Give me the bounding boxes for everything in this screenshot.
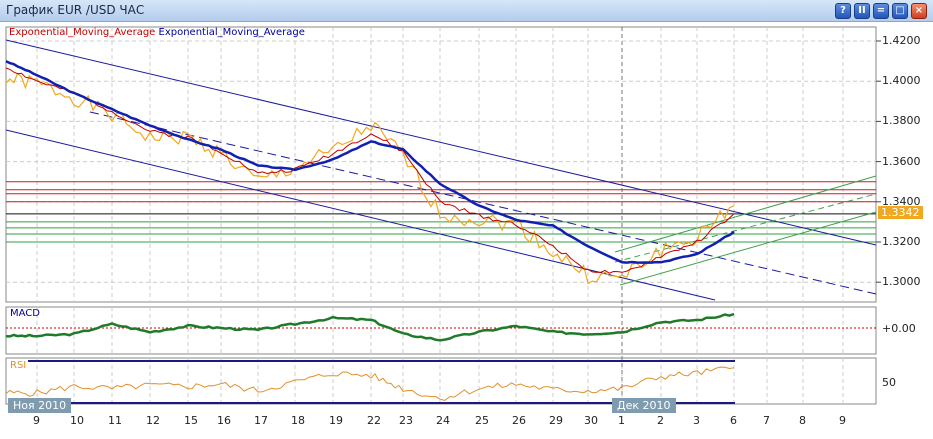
x-tick-label: 6 (730, 414, 737, 427)
x-tick-label: 23 (399, 414, 413, 427)
y-tick-label: 1.3200 (882, 235, 921, 248)
y-tick-label: 1.3800 (882, 114, 921, 128)
indicator-legend: Exponential_Moving_Average Exponential_M… (9, 27, 305, 38)
x-tick-label: 24 (436, 414, 450, 427)
panel-frame-2 (5, 357, 877, 405)
price-chart[interactable] (0, 0, 933, 439)
legend-ema-blue: Exponential_Moving_Average (158, 27, 305, 38)
y-tick-label: 1.3600 (882, 154, 921, 168)
x-tick-label: 16 (217, 414, 231, 427)
rsi-mid-label: 50 (882, 376, 896, 389)
x-tick-label: 1 (618, 414, 625, 427)
macd-zero-label: +0.00 (882, 322, 916, 335)
x-tick-label: 29 (549, 414, 563, 427)
y-tick-label: 1.3000 (882, 275, 921, 289)
rsi-label: RSI (10, 360, 27, 371)
x-tick-label: 7 (763, 414, 770, 427)
x-tick-label: 11 (108, 414, 122, 427)
x-tick-label: 12 (146, 414, 160, 427)
x-tick-label: 8 (799, 414, 806, 427)
x-tick-label: 17 (254, 414, 268, 427)
panel-frame-0 (5, 26, 877, 303)
macd-label: MACD (10, 308, 40, 319)
x-tick-label: 19 (329, 414, 343, 427)
x-tick-label: 26 (512, 414, 526, 427)
x-tick-label: 2 (657, 414, 664, 427)
legend-ema-red: Exponential_Moving_Average (9, 27, 156, 38)
y-tick-label: 1.4000 (882, 74, 921, 88)
x-tick-label: 22 (367, 414, 381, 427)
panel-frame-1 (5, 306, 877, 355)
x-tick-label: 3 (693, 414, 700, 427)
month-label-nov: Ноя 2010 (8, 398, 72, 413)
month-label-dec: Дек 2010 (612, 398, 676, 413)
y-tick-label: 1.4200 (882, 34, 921, 47)
x-tick-label: 25 (475, 414, 489, 427)
x-tick-label: 30 (584, 414, 598, 427)
x-tick-label: 10 (70, 414, 84, 427)
x-tick-label: 9 (33, 414, 40, 427)
current-price-tag: 1.3342 (878, 206, 923, 220)
x-tick-label: 9 (839, 414, 846, 427)
x-tick-label: 15 (184, 414, 198, 427)
x-tick-label: 18 (291, 414, 305, 427)
